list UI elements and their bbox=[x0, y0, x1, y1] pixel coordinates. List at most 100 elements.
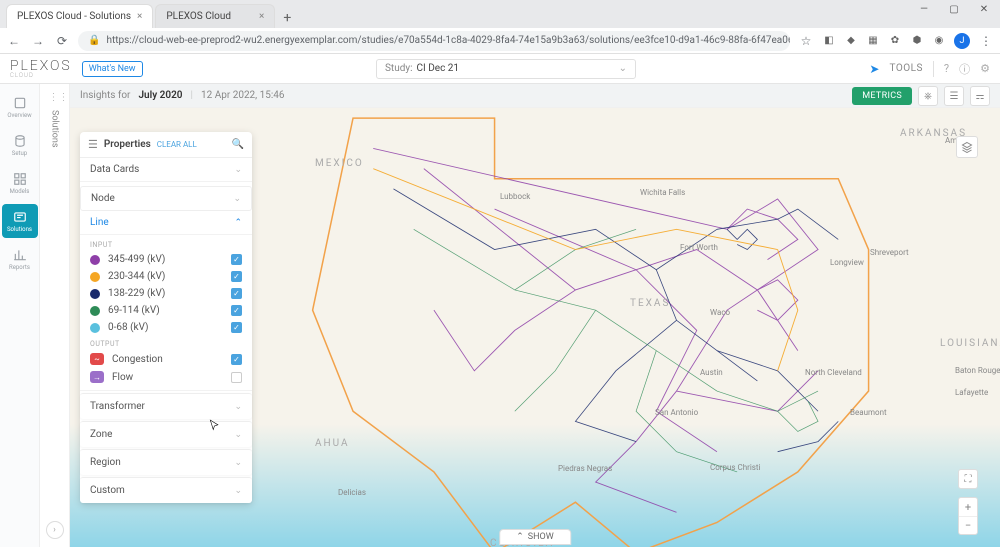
node-row[interactable]: Node ⌄ bbox=[80, 186, 252, 211]
solutions-label: Solutions bbox=[50, 110, 60, 148]
maximize-icon[interactable]: ▢ bbox=[944, 4, 964, 15]
panel-title: Properties bbox=[104, 139, 151, 150]
ext-icon[interactable]: ⬢ bbox=[910, 34, 924, 48]
zoom-out-button[interactable]: − bbox=[959, 516, 977, 534]
whats-new-button[interactable]: What's New bbox=[82, 61, 143, 77]
rail-solutions[interactable]: Solutions bbox=[2, 204, 38, 238]
tools-button[interactable]: TOOLS bbox=[889, 63, 922, 74]
info-icon[interactable]: ⓘ bbox=[959, 61, 970, 77]
url-text: https://cloud-web-ee-preprod2-wu2.energy… bbox=[106, 35, 790, 46]
minimize-icon[interactable]: — bbox=[914, 4, 934, 15]
properties-panel: ☰ Properties CLEAR ALL 🔍 Data Cards ⌄ No… bbox=[80, 132, 252, 503]
section-label: Region bbox=[90, 457, 121, 468]
new-tab-button[interactable]: + bbox=[277, 8, 297, 28]
data-cards-row[interactable]: Data Cards ⌄ bbox=[80, 158, 252, 182]
metrics-button[interactable]: METRICS bbox=[852, 87, 912, 105]
forward-icon[interactable]: → bbox=[30, 33, 46, 49]
search-icon[interactable]: 🔍 bbox=[232, 139, 244, 150]
map-city-label: Corpus Christi bbox=[710, 463, 760, 472]
map-state-label: MEXICO bbox=[315, 158, 364, 169]
rail-overview[interactable]: Overview bbox=[2, 90, 38, 124]
panel-menu-icon[interactable]: ☰ bbox=[88, 138, 98, 151]
ext-icon[interactable]: ✿ bbox=[888, 34, 902, 48]
menu-icon[interactable]: ⋮ bbox=[978, 33, 994, 49]
section-region[interactable]: Region⌄ bbox=[80, 449, 252, 475]
fullscreen-icon[interactable]: ⛶ bbox=[958, 469, 978, 489]
clear-all-button[interactable]: CLEAR ALL bbox=[157, 140, 197, 149]
filter-icon[interactable]: ⚎ bbox=[970, 86, 990, 106]
legend-item[interactable]: → Flow ✓ bbox=[90, 368, 242, 386]
insights-bar: Insights for July 2020 | 12 Apr 2022, 15… bbox=[70, 84, 1000, 108]
share-icon[interactable]: ➤ bbox=[869, 62, 879, 76]
line-row[interactable]: Line ⌃ bbox=[80, 211, 252, 235]
legend-label: 230-344 (kV) bbox=[108, 271, 223, 282]
layers-icon[interactable] bbox=[956, 136, 978, 158]
legend-label: 345-499 (kV) bbox=[108, 254, 223, 265]
rail-setup[interactable]: Setup bbox=[2, 128, 38, 162]
star-icon[interactable]: ☆ bbox=[798, 33, 814, 49]
expand-sidebar-button[interactable]: › bbox=[46, 521, 64, 539]
output-label: OUTPUT bbox=[90, 336, 242, 350]
close-icon[interactable]: × bbox=[259, 11, 264, 22]
section-zone[interactable]: Zone⌄ bbox=[80, 421, 252, 447]
legend-color-dot bbox=[90, 272, 100, 282]
map-city-label: Fort Worth bbox=[680, 243, 718, 252]
legend-color-dot bbox=[90, 255, 100, 265]
legend-color-dot bbox=[90, 289, 100, 299]
legend-checkbox[interactable]: ✓ bbox=[231, 322, 242, 333]
browser-tab[interactable]: PLEXOS Cloud × bbox=[155, 4, 275, 28]
show-button[interactable]: ⌃ SHOW bbox=[499, 529, 571, 545]
reload-icon[interactable]: ⟳ bbox=[54, 33, 70, 49]
ext-icon[interactable]: ◉ bbox=[932, 34, 946, 48]
section-transformer[interactable]: Transformer⌄ bbox=[80, 393, 252, 419]
legend-item[interactable]: 0-68 (kV)✓ bbox=[90, 319, 242, 336]
chevron-down-icon: ⌄ bbox=[234, 486, 242, 496]
url-input[interactable]: 🔒 https://cloud-web-ee-preprod2-wu2.ener… bbox=[78, 31, 790, 51]
nav-rail: Overview Setup Models Solutions Reports bbox=[0, 84, 40, 547]
ext-icon[interactable]: ◧ bbox=[822, 34, 836, 48]
map-city-label: Lubbock bbox=[500, 192, 530, 201]
legend-item[interactable]: 69-114 (kV)✓ bbox=[90, 302, 242, 319]
legend-checkbox[interactable]: ✓ bbox=[231, 372, 242, 383]
legend-color-dot bbox=[90, 323, 100, 333]
legend-checkbox[interactable]: ✓ bbox=[231, 271, 242, 282]
grip-icon[interactable]: ⋮⋮ bbox=[49, 92, 61, 104]
insights-period: July 2020 bbox=[138, 90, 182, 101]
ext-icon[interactable]: ◆ bbox=[844, 34, 858, 48]
legend-item[interactable]: ~Congestion✓ bbox=[90, 350, 242, 368]
help-icon[interactable]: ? bbox=[944, 62, 949, 75]
section-custom[interactable]: Custom⌄ bbox=[80, 477, 252, 503]
close-window-icon[interactable]: ✕ bbox=[974, 4, 994, 15]
legend-swatch: → bbox=[90, 371, 104, 383]
map-state-label: AHUA bbox=[315, 438, 350, 449]
back-icon[interactable]: ← bbox=[6, 33, 22, 49]
ext-icon[interactable]: ▦ bbox=[866, 34, 880, 48]
legend-checkbox[interactable]: ✓ bbox=[231, 288, 242, 299]
legend-item[interactable]: 138-229 (kV)✓ bbox=[90, 285, 242, 302]
legend-item[interactable]: 345-499 (kV) ✓ bbox=[90, 251, 242, 268]
settings-icon[interactable]: ⚙ bbox=[980, 62, 990, 75]
list-icon[interactable]: ☰ bbox=[944, 86, 964, 106]
browser-tab-active[interactable]: PLEXOS Cloud - Solutions × bbox=[6, 4, 153, 28]
legend-label: Flow bbox=[112, 372, 223, 383]
map-city-label: San Antonio bbox=[655, 408, 698, 417]
chevron-down-icon: ⌄ bbox=[234, 165, 242, 175]
rail-models[interactable]: Models bbox=[2, 166, 38, 200]
legend-checkbox[interactable]: ✓ bbox=[231, 254, 242, 265]
close-icon[interactable]: × bbox=[137, 11, 142, 22]
study-selector[interactable]: Study: CI Dec 21 ⌄ bbox=[376, 59, 636, 79]
legend-checkbox[interactable]: ✓ bbox=[231, 305, 242, 316]
rail-reports[interactable]: Reports bbox=[2, 242, 38, 276]
study-value: CI Dec 21 bbox=[417, 63, 460, 74]
legend-checkbox[interactable]: ✓ bbox=[231, 354, 242, 365]
profile-avatar[interactable]: J bbox=[954, 33, 970, 49]
chevron-down-icon: ⌄ bbox=[234, 402, 242, 412]
map-city-label: Waco bbox=[710, 308, 730, 317]
map-city-label: Austin bbox=[700, 368, 723, 377]
map-city-label: Baton Rouge bbox=[955, 366, 1000, 375]
pin-icon[interactable]: ⎈ bbox=[918, 86, 938, 106]
tab-title: PLEXOS Cloud - Solutions bbox=[17, 11, 131, 22]
legend-item[interactable]: 230-344 (kV) ✓ bbox=[90, 268, 242, 285]
zoom-in-button[interactable]: + bbox=[959, 498, 977, 516]
solutions-sidebar: ⋮⋮ Solutions › bbox=[40, 84, 70, 547]
